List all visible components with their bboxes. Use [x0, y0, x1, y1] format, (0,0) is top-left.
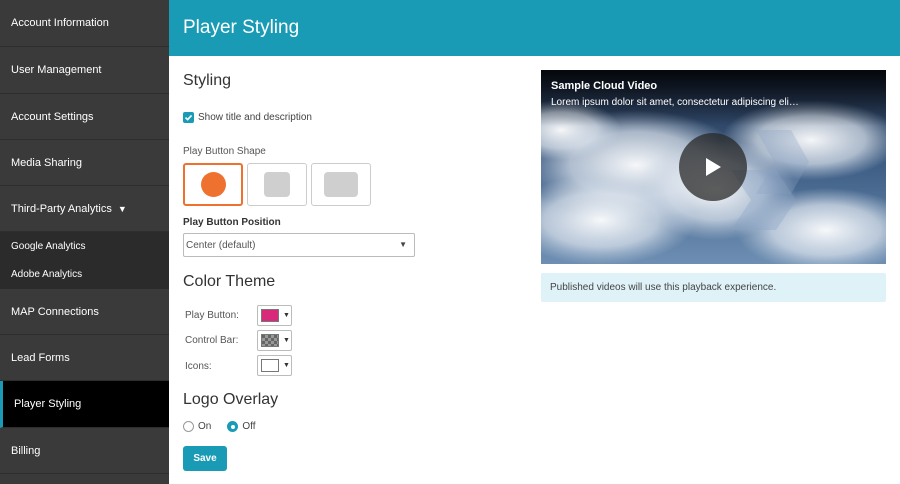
video-description: Lorem ipsum dolor sit amet, consectetur … [551, 97, 799, 108]
sidebar-item-lead-forms[interactable]: Lead Forms [0, 335, 169, 381]
color-swatch [261, 359, 279, 372]
save-button[interactable]: Save [183, 446, 227, 471]
caret-down-icon: ▼ [117, 203, 127, 214]
color-swatch [261, 309, 279, 322]
dropdown-arrow-icon: ▼ [399, 240, 407, 249]
sidebar: Account Information User Management Acco… [0, 0, 169, 484]
sidebar-item-label: Third-Party Analytics [11, 202, 112, 215]
play-button-position-label: Play Button Position [183, 217, 281, 228]
play-icon [706, 158, 721, 176]
sidebar-item-player-styling[interactable]: Player Styling [0, 381, 169, 428]
page-header: Player Styling [169, 0, 900, 56]
play-button-color-label: Play Button: [185, 310, 239, 321]
sidebar-item-adobe-analytics[interactable]: Adobe Analytics [0, 260, 169, 289]
show-title-label: Show title and description [198, 112, 312, 123]
sidebar-item-google-analytics[interactable]: Google Analytics [0, 232, 169, 260]
shape-option-circle[interactable] [183, 163, 243, 206]
sidebar-item-label: Player Styling [14, 398, 82, 410]
play-button-color-picker[interactable]: ▼ [257, 305, 292, 326]
logo-on-label: On [198, 421, 212, 432]
dropdown-arrow-icon: ▼ [283, 337, 290, 344]
sidebar-item-label: User Management [11, 64, 102, 76]
logo-overlay-options: On Off [183, 421, 256, 432]
logo-on-radio[interactable] [183, 421, 194, 432]
control-bar-color-label: Control Bar: [185, 335, 239, 346]
play-button-shape-label: Play Button Shape [183, 146, 266, 157]
video-title: Sample Cloud Video [551, 80, 658, 92]
video-preview[interactable]: Sample Cloud Video Lorem ipsum dolor sit… [541, 70, 886, 264]
logo-off-label: Off [242, 421, 256, 432]
shape-option-rounded-rectangle[interactable] [311, 163, 371, 206]
control-bar-color-picker[interactable]: ▼ [257, 330, 292, 351]
rounded-rectangle-shape-icon [324, 172, 358, 197]
page-title: Player Styling [183, 17, 300, 38]
sidebar-item-media-sharing[interactable]: Media Sharing [0, 140, 169, 186]
styling-heading: Styling [183, 72, 232, 89]
play-button-position-select[interactable]: Center (default) ▼ [183, 233, 415, 257]
icons-color-label: Icons: [185, 361, 212, 372]
sidebar-item-billing[interactable]: Billing [0, 428, 169, 474]
sidebar-item-label: Account Information [11, 17, 109, 29]
show-title-option[interactable]: Show title and description [183, 112, 312, 123]
sidebar-item-third-party-analytics[interactable]: Third-Party Analytics ▼ [0, 186, 169, 232]
rounded-square-shape-icon [264, 172, 290, 197]
checker-swatch [261, 334, 279, 347]
circle-shape-icon [200, 172, 226, 197]
shape-option-rounded-square[interactable] [247, 163, 307, 206]
icons-color-picker[interactable]: ▼ [257, 355, 292, 376]
check-icon [184, 114, 193, 121]
sidebar-item-map-connections[interactable]: MAP Connections [0, 289, 169, 335]
sidebar-item-label: Media Sharing [11, 156, 82, 169]
sidebar-item-label: Billing [11, 444, 41, 457]
sidebar-item-label: Google Analytics [11, 240, 86, 252]
sidebar-item-label: Adobe Analytics [11, 269, 83, 280]
show-title-checkbox[interactable] [183, 112, 194, 123]
dropdown-arrow-icon: ▼ [283, 312, 290, 319]
sidebar-item-label: MAP Connections [11, 305, 99, 318]
color-theme-heading: Color Theme [183, 273, 276, 290]
sidebar-item-label: Lead Forms [11, 351, 70, 364]
select-value: Center (default) [186, 239, 256, 251]
dropdown-arrow-icon: ▼ [283, 362, 290, 369]
publish-notice: Published videos will use this playback … [541, 273, 886, 302]
play-button[interactable] [679, 133, 747, 201]
logo-off-radio[interactable] [227, 421, 239, 432]
sidebar-item-account-settings[interactable]: Account Settings [0, 94, 169, 140]
logo-overlay-heading: Logo Overlay [183, 391, 279, 408]
sidebar-item-label: Account Settings [11, 110, 94, 123]
sidebar-item-account-information[interactable]: Account Information [0, 0, 169, 47]
sidebar-item-user-management[interactable]: User Management [0, 47, 169, 94]
